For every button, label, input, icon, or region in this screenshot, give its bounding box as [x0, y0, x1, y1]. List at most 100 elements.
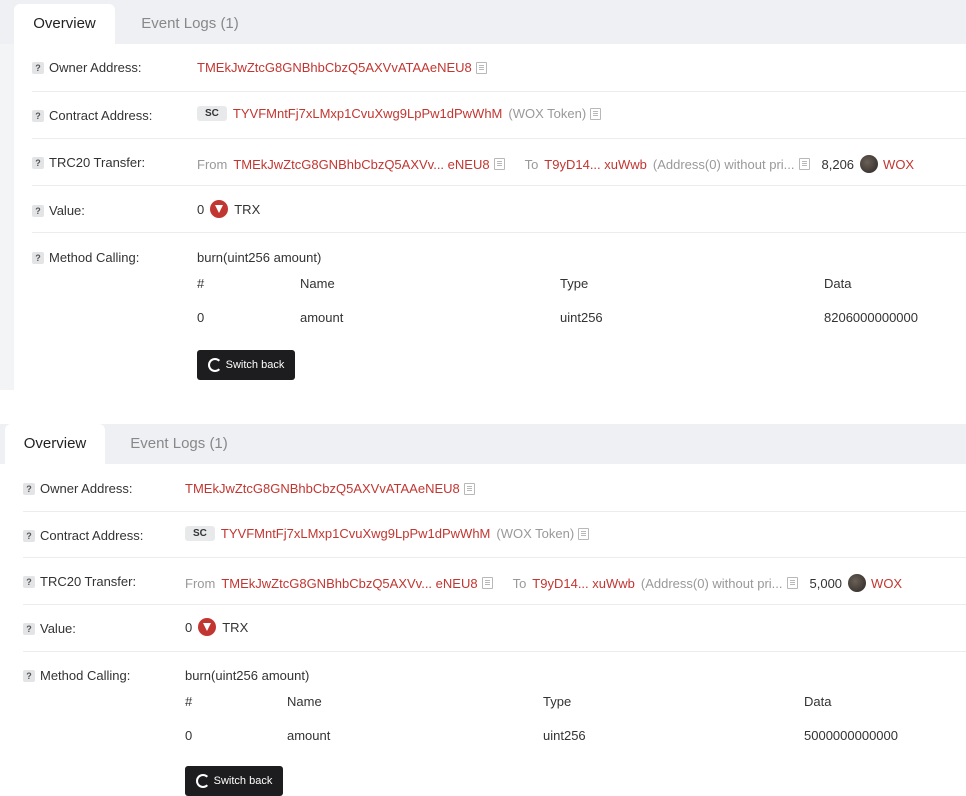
contract-address-link[interactable]: TYVFMntFj7xLMxp1CvuXwg9LpPw1dPwWhM [221, 526, 490, 541]
param-data: 5000000000000 [804, 728, 898, 743]
wox-token-icon [860, 155, 879, 173]
copy-icon[interactable] [578, 527, 590, 540]
method-calling-label: ? Method Calling: [32, 250, 139, 265]
help-icon[interactable]: ? [32, 156, 44, 169]
trc20-transfer-row: ? TRC20 Transfer: From TMEkJwZtcG8GNBhbCb… [32, 138, 966, 186]
help-icon[interactable]: ? [23, 622, 35, 635]
param-index: 0 [197, 310, 205, 325]
help-icon[interactable]: ? [32, 251, 44, 264]
trc20-transfer-row: ? TRC20 Transfer: From TMEkJwZtcG8GNBhbCb… [23, 557, 966, 605]
trc20-transfer-label: ? TRC20 Transfer: [23, 574, 136, 589]
copy-icon[interactable] [481, 577, 493, 589]
copy-icon[interactable] [786, 577, 798, 589]
owner-address-label: ? Owner Address: [23, 481, 133, 496]
transfer-amount: 8,206 [821, 156, 855, 172]
to-address-note: (Address(0) without pri... [640, 575, 783, 591]
help-icon[interactable]: ? [32, 109, 44, 122]
transaction-panel-1: Overview Event Logs (1) ? Owner Address: … [0, 0, 966, 390]
switch-back-button[interactable]: Switch back [197, 350, 295, 380]
wox-token-icon [848, 574, 867, 592]
copy-icon[interactable] [493, 158, 505, 170]
tab-overview[interactable]: Overview [14, 4, 115, 44]
help-icon[interactable]: ? [23, 482, 35, 495]
contract-address-value: SC TYVFMntFj7xLMxp1CvuXwg9LpPw1dPwWhM (W… [197, 106, 602, 121]
wox-token-link[interactable]: WOX [883, 157, 914, 172]
value-label: ? Value: [32, 203, 85, 218]
to-address-link[interactable]: T9yD14... xuWwb [532, 576, 635, 591]
help-icon[interactable]: ? [23, 575, 35, 588]
contract-address-link[interactable]: TYVFMntFj7xLMxp1CvuXwg9LpPw1dPwWhM [233, 106, 502, 121]
value-row: ? Value: 0 TRX [32, 185, 966, 233]
trx-icon [210, 200, 229, 218]
left-gutter [0, 44, 14, 390]
param-name: amount [287, 728, 331, 743]
value-amount: 0 TRX [185, 618, 249, 636]
to-label: To [524, 156, 539, 172]
owner-address-row: ? Owner Address: TMEkJwZtcG8GNBhbCbzQ5AXV… [23, 464, 966, 512]
refresh-icon [195, 774, 210, 788]
method-calling-row: ? Method Calling: burn(uint256 amount) # … [32, 232, 966, 390]
smart-contract-badge: SC [185, 526, 215, 541]
owner-address-label: ? Owner Address: [32, 60, 142, 75]
trx-icon [198, 618, 217, 636]
to-label: To [512, 575, 527, 591]
trc20-transfer-label: ? TRC20 Transfer: [32, 155, 145, 170]
value-amount: 0 TRX [197, 200, 261, 218]
contract-token-name: (WOX Token) [508, 106, 587, 121]
refresh-icon [207, 358, 222, 372]
wox-token-link[interactable]: WOX [871, 576, 902, 591]
param-index: 0 [185, 728, 193, 743]
copy-icon[interactable] [463, 482, 475, 495]
tab-event-logs[interactable]: Event Logs (1) [130, 4, 250, 44]
switch-back-button[interactable]: Switch back [185, 766, 283, 796]
overview-content: ? Owner Address: TMEkJwZtcG8GNBhbCbzQ5AXV… [14, 44, 966, 390]
transfer-amount: 5,000 [809, 575, 843, 591]
value-row: ? Value: 0 TRX [23, 604, 966, 652]
value-label: ? Value: [23, 621, 76, 636]
trc20-transfer-value: From TMEkJwZtcG8GNBhbCbzQ5AXVv... eNEU8 … [197, 155, 914, 173]
owner-address-link[interactable]: TMEkJwZtcG8GNBhbCbzQ5AXVvATAAeNEU8 [185, 481, 460, 496]
tab-event-logs[interactable]: Event Logs (1) [119, 424, 239, 464]
method-calling-label: ? Method Calling: [23, 668, 130, 683]
to-address-link[interactable]: T9yD14... xuWwb [544, 157, 647, 172]
col-header-name: Name [287, 694, 322, 709]
method-calling-row: ? Method Calling: burn(uint256 amount) # … [23, 651, 966, 796]
param-name: amount [300, 310, 344, 325]
col-header-name: Name [300, 276, 335, 291]
help-icon[interactable]: ? [32, 61, 44, 74]
contract-address-label: ? Contract Address: [32, 108, 152, 123]
owner-address-row: ? Owner Address: TMEkJwZtcG8GNBhbCbzQ5AXV… [32, 44, 966, 92]
method-params-table: # Name Type Data 0 amount uint256 500000… [185, 694, 945, 764]
col-header-type: Type [560, 276, 589, 291]
from-address-link[interactable]: TMEkJwZtcG8GNBhbCbzQ5AXVv... eNEU8 [221, 576, 477, 591]
param-type: uint256 [543, 728, 586, 743]
contract-address-value: SC TYVFMntFj7xLMxp1CvuXwg9LpPw1dPwWhM (W… [185, 526, 590, 541]
owner-address-value: TMEkJwZtcG8GNBhbCbzQ5AXVvATAAeNEU8 [185, 481, 475, 496]
param-data: 8206000000000 [824, 310, 918, 325]
copy-icon[interactable] [798, 158, 810, 170]
tab-bar: Overview Event Logs (1) [0, 424, 966, 464]
transaction-panel-2: Overview Event Logs (1) ? Owner Address: … [0, 424, 966, 796]
help-icon[interactable]: ? [23, 669, 35, 682]
col-header-index: # [197, 276, 205, 291]
tab-bar: Overview Event Logs (1) [0, 0, 966, 44]
from-label: From [185, 575, 216, 591]
smart-contract-badge: SC [197, 106, 227, 121]
help-icon[interactable]: ? [32, 204, 44, 217]
col-header-data: Data [804, 694, 832, 709]
help-icon[interactable]: ? [23, 529, 35, 542]
from-address-link[interactable]: TMEkJwZtcG8GNBhbCbzQ5AXVv... eNEU8 [233, 157, 489, 172]
col-header-index: # [185, 694, 193, 709]
owner-address-link[interactable]: TMEkJwZtcG8GNBhbCbzQ5AXVvATAAeNEU8 [197, 60, 472, 75]
contract-token-name: (WOX Token) [496, 526, 575, 541]
method-signature: burn(uint256 amount) [185, 668, 310, 683]
col-header-data: Data [824, 276, 852, 291]
copy-icon[interactable] [475, 61, 487, 74]
col-header-type: Type [543, 694, 572, 709]
tab-overview[interactable]: Overview [5, 424, 105, 464]
method-signature: burn(uint256 amount) [197, 250, 322, 265]
copy-icon[interactable] [590, 107, 602, 120]
param-type: uint256 [560, 310, 603, 325]
trc20-transfer-value: From TMEkJwZtcG8GNBhbCbzQ5AXVv... eNEU8 … [185, 574, 902, 592]
contract-address-row: ? Contract Address: SC TYVFMntFj7xLMxp1Cv… [32, 91, 966, 139]
